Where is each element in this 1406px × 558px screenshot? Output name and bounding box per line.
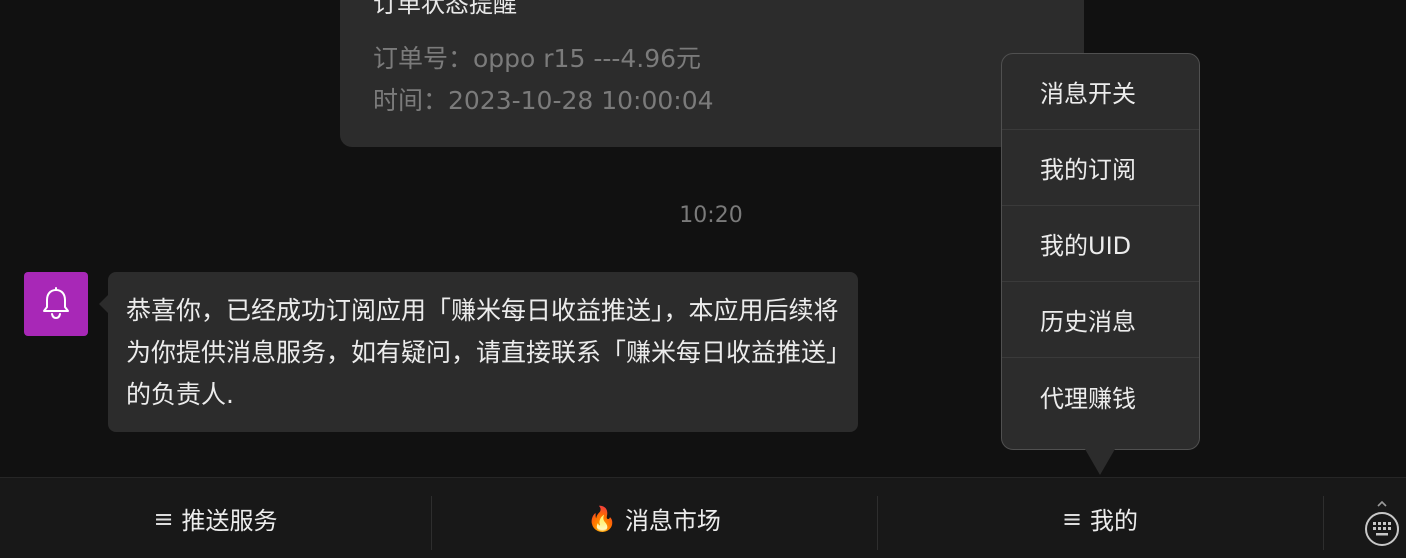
menu-item-my-uid[interactable]: 我的UID [1002, 206, 1199, 282]
menu-item-label: 消息开关 [1040, 80, 1136, 108]
my-popup-menu: 消息开关 我的订阅 我的UID 历史消息 代理赚钱 [1001, 53, 1200, 450]
menu-item-message-switch[interactable]: 消息开关 [1002, 54, 1199, 130]
tab-push-service[interactable]: ≡ 推送服务 [0, 478, 431, 558]
tab-divider [1323, 496, 1324, 550]
keyboard-icon [1365, 501, 1399, 546]
bottom-menu-bar: ≡ 推送服务 🔥 消息市场 ≡ 我的 [0, 477, 1406, 558]
tab-label: 我的 [1090, 507, 1139, 535]
order-status-card[interactable]: 订单状态提醒 订单号：oppo r15 ---4.96元 时间：2023-10-… [340, 0, 1084, 147]
keyboard-toggle-button[interactable] [1362, 500, 1402, 550]
tab-mine[interactable]: ≡ 我的 [877, 478, 1323, 558]
tab-label: 推送服务 [181, 507, 278, 535]
menu-item-my-subscriptions[interactable]: 我的订阅 [1002, 130, 1199, 206]
menu-item-label: 代理赚钱 [1040, 384, 1136, 413]
sender-avatar[interactable] [24, 272, 88, 336]
tab-label: 消息市场 [624, 507, 721, 535]
menu-item-history-messages[interactable]: 历史消息 [1002, 282, 1199, 358]
order-card-title: 订单状态提醒 [373, 0, 517, 18]
fire-icon: 🔥 [587, 504, 617, 533]
menu-item-label: 我的UID [1040, 232, 1132, 260]
bell-icon [43, 287, 69, 320]
menu-icon: ≡ [153, 504, 174, 533]
order-number-line: 订单号：oppo r15 ---4.96元 [373, 44, 702, 73]
message-bubble[interactable]: 恭喜你，已经成功订阅应用「赚米每日收益推送」，本应用后续将为你提供消息服务，如有… [99, 272, 858, 432]
menu-item-label: 我的订阅 [1040, 156, 1136, 184]
tab-message-market[interactable]: 🔥 消息市场 [431, 478, 877, 558]
popup-arrow [1085, 449, 1115, 475]
menu-item-label: 历史消息 [1040, 308, 1136, 336]
message-text: 恭喜你，已经成功订阅应用「赚米每日收益推送」，本应用后续将为你提供消息服务，如有… [126, 296, 839, 409]
order-time-line: 时间：2023-10-28 10:00:04 [373, 86, 714, 115]
menu-icon: ≡ [1061, 504, 1083, 533]
menu-item-agent-earn[interactable]: 代理赚钱 [1002, 358, 1199, 434]
